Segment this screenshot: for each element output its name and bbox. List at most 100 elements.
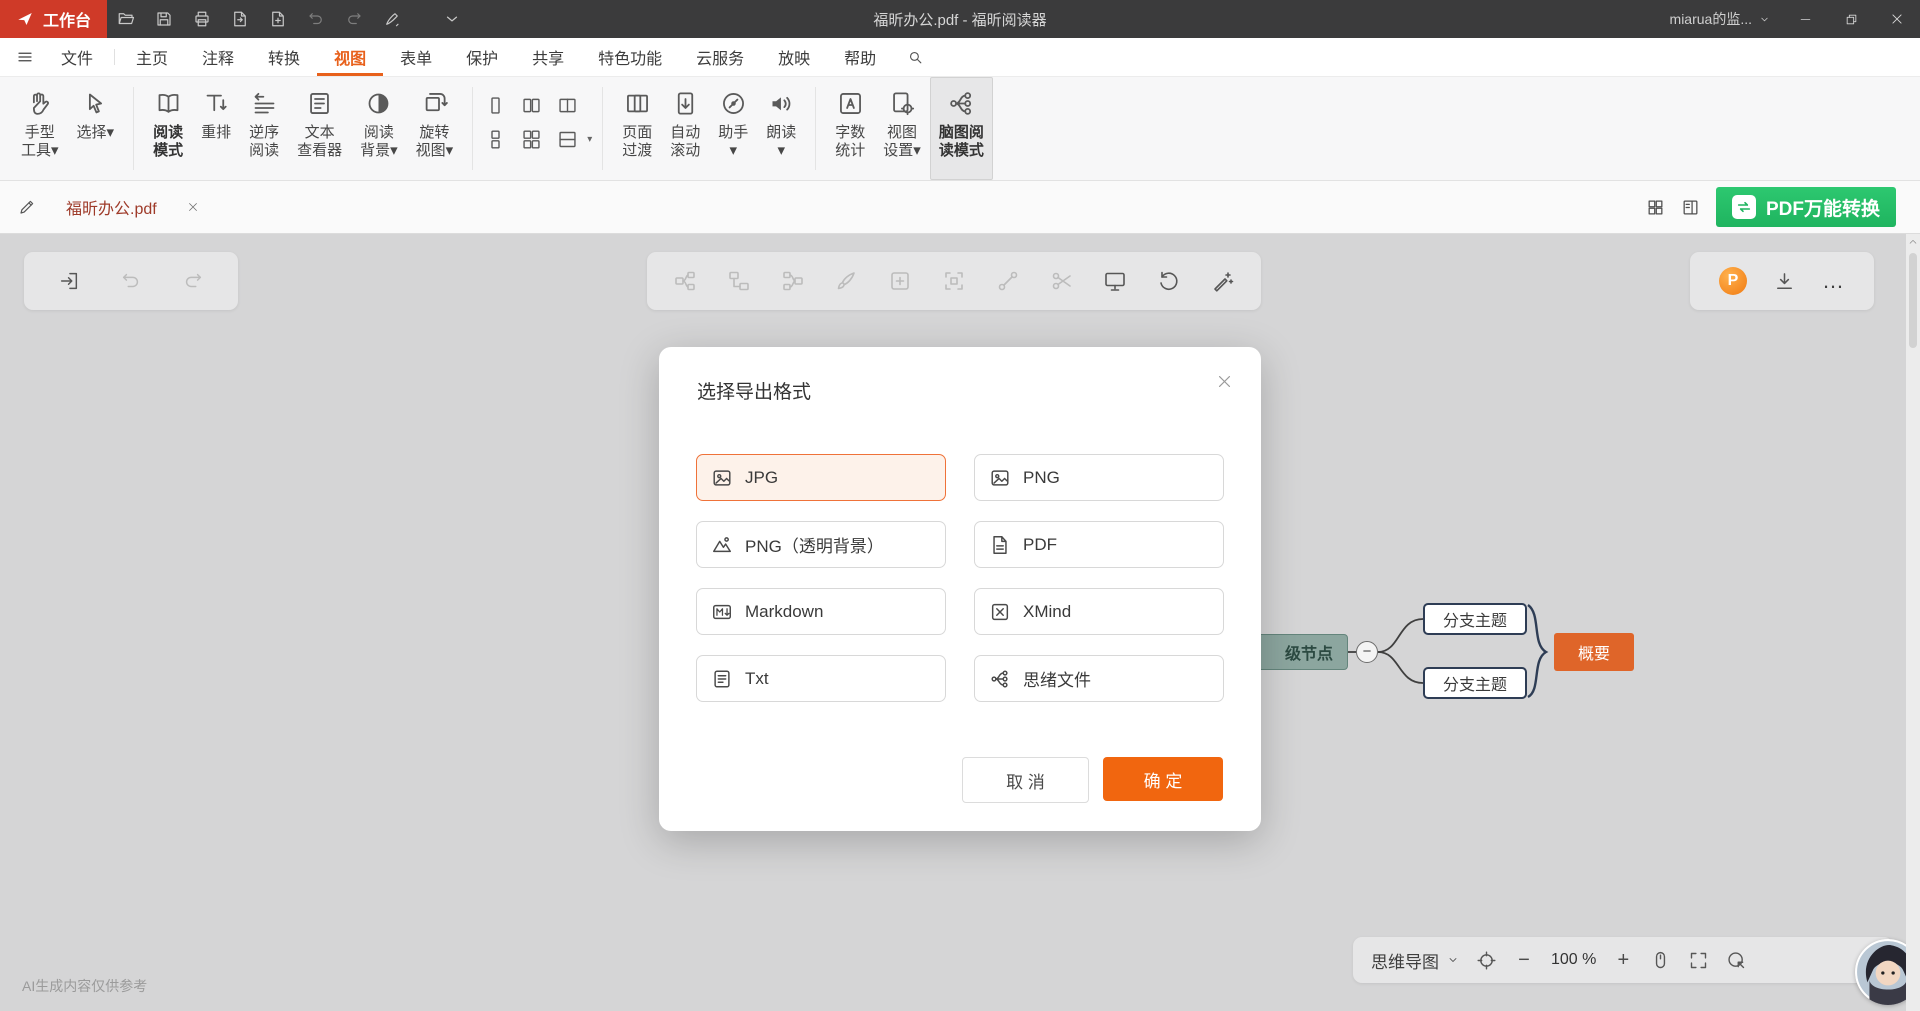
- view-settings-button[interactable]: 视图 设置▾: [874, 77, 930, 180]
- single-page-button[interactable]: [483, 93, 507, 117]
- frame-select-button[interactable]: [942, 269, 966, 293]
- format-option-png-transparent[interactable]: PNG（透明背景）: [696, 521, 946, 568]
- format-option-txt[interactable]: Txt: [696, 655, 946, 702]
- vertical-scrollbar[interactable]: [1906, 234, 1920, 1011]
- format-option-pdf[interactable]: PDF: [974, 521, 1224, 568]
- cancel-button[interactable]: 取 消: [962, 757, 1089, 803]
- ink-sign-button[interactable]: [373, 0, 411, 38]
- toolbar-dropdown-button[interactable]: [433, 0, 471, 38]
- rotate-view-button[interactable]: 旋转 视图▾: [407, 77, 463, 180]
- menu-comment[interactable]: 注释: [185, 38, 251, 76]
- fullscreen-button[interactable]: [1688, 950, 1709, 971]
- zoom-out-button[interactable]: −: [1514, 949, 1534, 972]
- mouse-mode-button[interactable]: [1650, 950, 1671, 971]
- hand-tool-button[interactable]: 手型 工具▾: [12, 77, 68, 180]
- open-file-button[interactable]: [107, 0, 145, 38]
- diagram-mode-select[interactable]: 思维导图: [1371, 948, 1459, 973]
- mindmap-reading-mode-button[interactable]: 脑图阅 读模式: [930, 77, 993, 180]
- account-menu[interactable]: miarua的监...: [1658, 9, 1782, 29]
- page-panel-button[interactable]: [1681, 198, 1700, 217]
- menu-cloud[interactable]: 云服务: [679, 38, 761, 76]
- book-view-button[interactable]: [555, 93, 579, 117]
- workspace-button[interactable]: 工作台: [0, 0, 107, 38]
- add-parent-node-button[interactable]: [673, 269, 697, 293]
- hamburger-menu-button[interactable]: [0, 38, 44, 76]
- center-view-button[interactable]: [1476, 950, 1497, 971]
- reflow-button[interactable]: 重排: [192, 77, 240, 180]
- format-option-jpg[interactable]: JPG: [696, 454, 946, 501]
- canvas-undo-button[interactable]: [120, 270, 142, 292]
- auto-scroll-button[interactable]: 自动 滚动: [661, 77, 709, 180]
- more-options-button[interactable]: …: [1822, 276, 1845, 286]
- menu-view[interactable]: 视图: [317, 38, 383, 76]
- reading-background-button[interactable]: 阅读 背景▾: [351, 77, 407, 180]
- new-page-button[interactable]: [259, 0, 297, 38]
- exit-mindmap-button[interactable]: [58, 270, 80, 292]
- menu-file[interactable]: 文件: [44, 38, 110, 76]
- minimize-button[interactable]: [1782, 0, 1828, 38]
- menu-protect[interactable]: 保护: [449, 38, 515, 76]
- zoom-in-button[interactable]: +: [1613, 949, 1633, 972]
- pointer-mode-button[interactable]: [1726, 950, 1747, 971]
- add-sibling-node-button[interactable]: [727, 269, 751, 293]
- format-option-mind-file[interactable]: 思绪文件: [974, 655, 1224, 702]
- tab-title: 福昕办公.pdf: [66, 195, 157, 219]
- redo-button[interactable]: [335, 0, 373, 38]
- mindmap-canvas[interactable]: 级节点 − 分支主题 分支主题 概要 P … 思维导图 − 100 %: [0, 234, 1920, 1011]
- scroll-up-icon[interactable]: [1908, 237, 1918, 247]
- undo-button[interactable]: [297, 0, 335, 38]
- menu-slideshow[interactable]: 放映: [761, 38, 827, 76]
- read-mode-button[interactable]: 阅读 模式: [144, 77, 192, 180]
- word-count-button[interactable]: 字数 统计: [826, 77, 874, 180]
- pdf-convert-button[interactable]: PDF万能转换: [1716, 187, 1896, 227]
- tab-close-button[interactable]: [187, 201, 199, 213]
- split-view-caret-icon[interactable]: ▾: [587, 134, 592, 145]
- text-viewer-button[interactable]: 文本 查看器: [288, 77, 351, 180]
- reverse-reading-button[interactable]: 逆序 阅读: [240, 77, 288, 180]
- ok-button[interactable]: 确 定: [1103, 757, 1223, 801]
- read-aloud-button[interactable]: 朗读 ▾: [757, 77, 805, 180]
- thumbnail-grid-button[interactable]: [1646, 198, 1665, 217]
- menu-share[interactable]: 共享: [515, 38, 581, 76]
- print-button[interactable]: [183, 0, 221, 38]
- document-tab[interactable]: 福昕办公.pdf: [50, 181, 215, 233]
- continuous-facing-button[interactable]: [519, 127, 543, 151]
- scrollbar-thumb[interactable]: [1909, 253, 1917, 348]
- insert-node-button[interactable]: [888, 269, 912, 293]
- page-transition-button[interactable]: 页面 过渡: [613, 77, 661, 180]
- refresh-layout-button[interactable]: [1157, 269, 1181, 293]
- close-button[interactable]: [1874, 0, 1920, 38]
- ai-beautify-button[interactable]: [1211, 269, 1235, 293]
- presentation-mode-button[interactable]: [1103, 269, 1127, 293]
- format-option-xmind[interactable]: XMind: [974, 588, 1224, 635]
- select-tool-button[interactable]: 选择▾: [68, 77, 124, 180]
- mindmap-summary-node[interactable]: 概要: [1554, 633, 1634, 671]
- facing-pages-button[interactable]: [519, 93, 543, 117]
- collapse-node-button[interactable]: −: [1356, 641, 1378, 663]
- mindmap-branch-node[interactable]: 分支主题: [1423, 603, 1527, 635]
- mindmap-branch-node[interactable]: 分支主题: [1423, 667, 1527, 699]
- download-button[interactable]: [1773, 270, 1796, 293]
- menu-form[interactable]: 表单: [383, 38, 449, 76]
- menu-features[interactable]: 特色功能: [581, 38, 679, 76]
- restore-button[interactable]: [1828, 0, 1874, 38]
- add-child-node-button[interactable]: [781, 269, 805, 293]
- format-option-markdown[interactable]: Markdown: [696, 588, 946, 635]
- save-button[interactable]: [145, 0, 183, 38]
- continuous-page-button[interactable]: [483, 127, 507, 151]
- menu-help[interactable]: 帮助: [827, 38, 893, 76]
- annotate-quick-button[interactable]: [0, 198, 50, 216]
- assistant-button[interactable]: 助手 ▾: [709, 77, 757, 180]
- export-pages-button[interactable]: [221, 0, 259, 38]
- node-style-button[interactable]: [834, 269, 858, 293]
- relation-line-button[interactable]: [996, 269, 1020, 293]
- split-node-button[interactable]: [1050, 269, 1074, 293]
- menu-convert[interactable]: 转换: [251, 38, 317, 76]
- format-option-png[interactable]: PNG: [974, 454, 1224, 501]
- split-view-button[interactable]: [555, 127, 579, 151]
- dialog-close-button[interactable]: [1216, 373, 1233, 390]
- search-button[interactable]: [893, 38, 938, 76]
- canvas-redo-button[interactable]: [182, 270, 204, 292]
- foxit-orange-badge[interactable]: P: [1719, 267, 1747, 295]
- menu-home[interactable]: 主页: [119, 38, 185, 76]
